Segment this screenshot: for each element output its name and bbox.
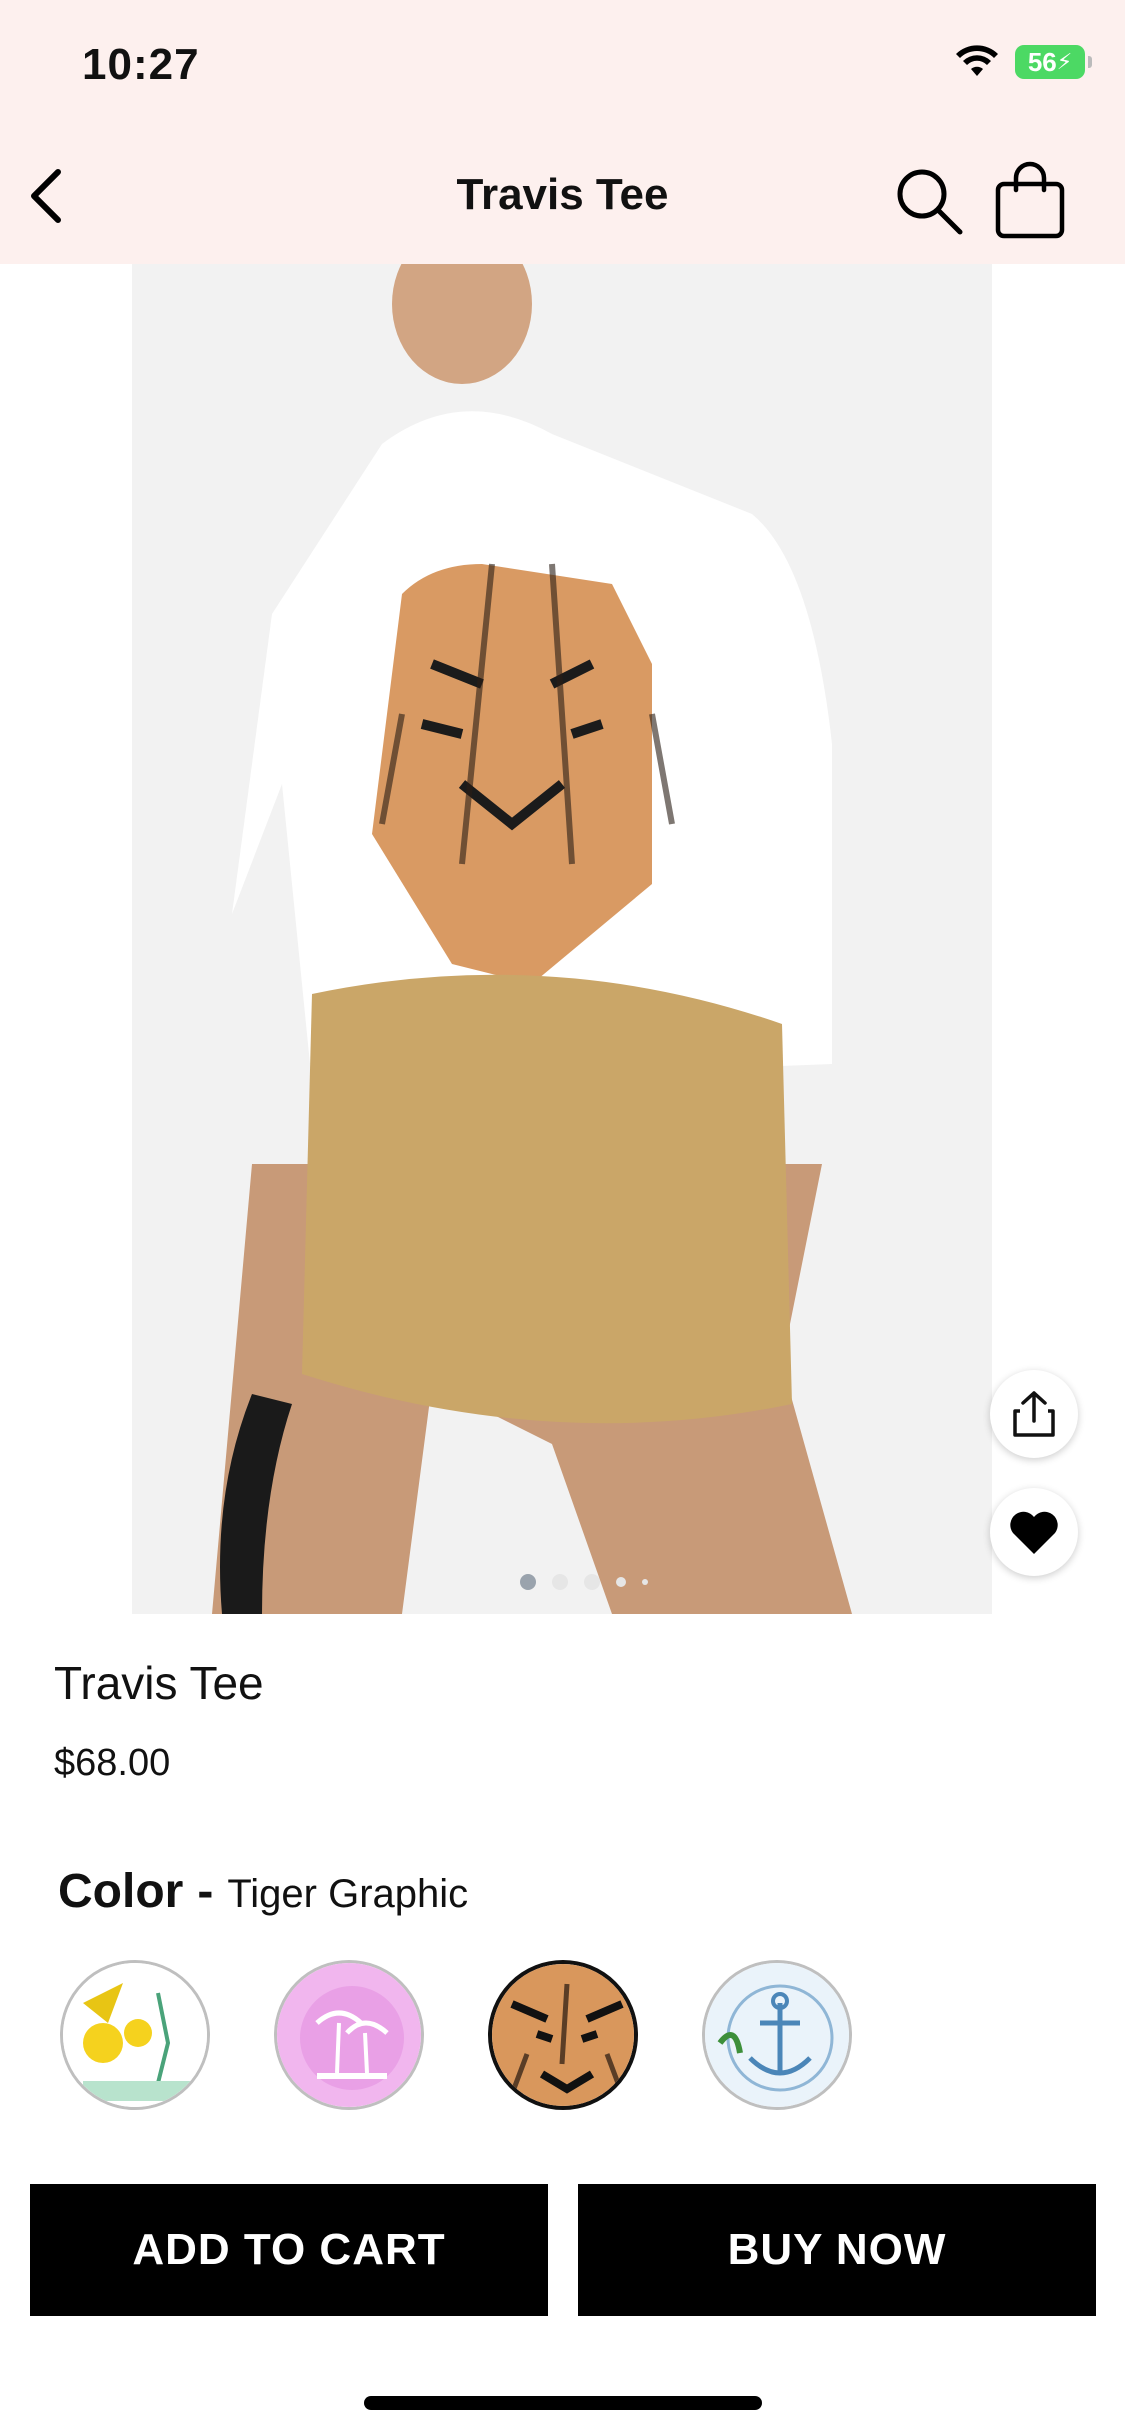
top-bar: 10:27 56 ⚡ Travis Tee [0, 0, 1125, 264]
status-icons: 56 ⚡ [953, 44, 1092, 80]
battery-level: 56 [1027, 46, 1057, 77]
carousel-dot[interactable] [584, 1574, 600, 1590]
heart-icon [1010, 1511, 1058, 1554]
product-photo[interactable] [132, 264, 992, 1614]
wifi-icon [956, 45, 998, 76]
carousel-dot[interactable] [642, 1579, 648, 1585]
battery-icon: 56 ⚡ [1015, 45, 1092, 79]
color-selector-heading: Color - Tiger Graphic [58, 1864, 468, 1919]
shopping-bag-icon[interactable] [992, 160, 1068, 240]
home-indicator[interactable] [364, 2396, 762, 2410]
color-label: Color [58, 1865, 184, 1918]
add-to-cart-button[interactable]: ADD TO CART [30, 2184, 548, 2316]
carousel-dot[interactable] [552, 1574, 568, 1590]
product-illustration [132, 264, 992, 1614]
color-swatch-tiger-graphic[interactable] [488, 1960, 638, 2110]
share-icon [1013, 1391, 1055, 1437]
color-swatch-pink-palm[interactable] [274, 1960, 424, 2110]
favorite-button[interactable] [990, 1488, 1078, 1576]
color-separator: - [197, 1865, 214, 1918]
carousel-dot[interactable] [616, 1577, 626, 1587]
color-swatch-lemon[interactable] [60, 1960, 210, 2110]
product-name: Travis Tee [54, 1657, 264, 1709]
color-swatch-anchor[interactable] [702, 1960, 852, 2110]
carousel-dot[interactable] [520, 1574, 536, 1590]
selected-color-name: Tiger Graphic [227, 1872, 469, 1916]
product-price: $68.00 [54, 1742, 171, 1784]
buy-now-button[interactable]: BUY NOW [578, 2184, 1096, 2316]
carousel-pagination [520, 1574, 648, 1590]
search-icon[interactable] [892, 164, 966, 238]
share-button[interactable] [990, 1370, 1078, 1458]
status-time: 10:27 [82, 40, 200, 89]
